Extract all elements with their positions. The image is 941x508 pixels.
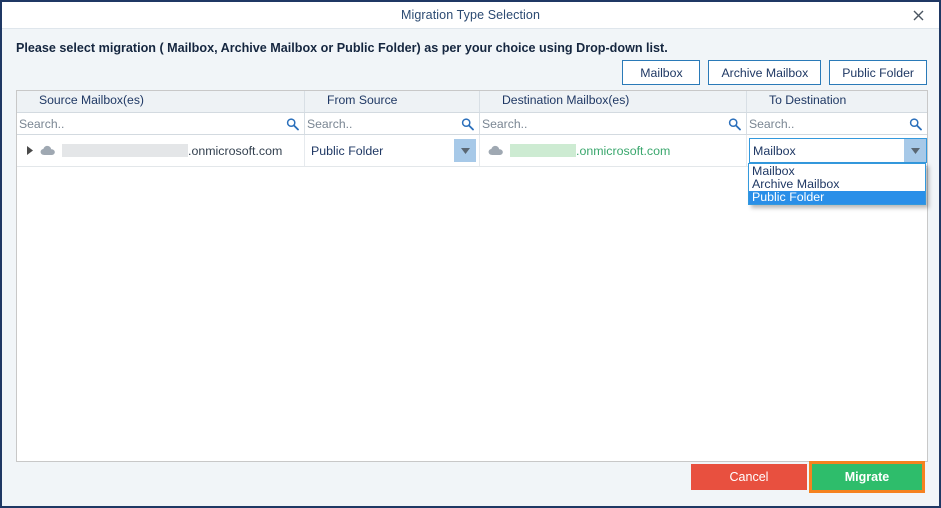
migration-type-button-group: Mailbox Archive Mailbox Public Folder	[622, 60, 927, 85]
search-icon[interactable]	[286, 117, 299, 130]
archive-mailbox-type-button[interactable]: Archive Mailbox	[708, 60, 822, 85]
cell-source-mailbox: .onmicrosoft.com	[17, 135, 305, 166]
from-source-value: Public Folder	[311, 143, 384, 158]
column-header-from-source: From Source	[305, 91, 480, 112]
redacted-destination-name	[510, 144, 576, 157]
column-header-destination-mailboxes: Destination Mailbox(es)	[480, 91, 747, 112]
expand-chevron-icon[interactable]	[22, 146, 38, 155]
mailbox-type-button[interactable]: Mailbox	[622, 60, 701, 85]
column-header-source-mailboxes: Source Mailbox(es)	[17, 91, 305, 112]
dialog-title: Migration Type Selection	[400, 8, 541, 22]
migrate-button-focus-ring: Migrate	[809, 461, 925, 493]
cloud-icon	[40, 145, 56, 156]
option-public-folder[interactable]: Public Folder	[749, 191, 925, 204]
from-source-dropdown[interactable]: Public Folder	[307, 138, 477, 163]
to-destination-dropdown[interactable]: Mailbox	[749, 138, 927, 163]
search-input-destination[interactable]	[480, 113, 746, 134]
close-icon[interactable]	[903, 2, 933, 28]
search-icon[interactable]	[728, 117, 741, 130]
column-header-to-destination: To Destination	[769, 93, 847, 107]
redacted-source-name	[62, 144, 188, 157]
migration-type-dialog: Migration Type Selection Please select m…	[0, 0, 941, 508]
search-input-from-source[interactable]	[305, 113, 479, 134]
dialog-titlebar: Migration Type Selection	[2, 2, 939, 29]
search-icon[interactable]	[909, 117, 922, 130]
cell-to-destination: Mailbox Mailbox Archive Mailbox Public F…	[747, 135, 927, 205]
search-cell-source	[17, 113, 305, 134]
search-cell-destination	[480, 113, 747, 134]
search-icon[interactable]	[461, 117, 474, 130]
search-input-to-destination[interactable]	[747, 113, 927, 134]
public-folder-type-button[interactable]: Public Folder	[829, 60, 927, 85]
source-mailbox-suffix: .onmicrosoft.com	[188, 143, 283, 158]
destination-mailbox-suffix: .onmicrosoft.com	[576, 143, 671, 158]
chevron-down-icon[interactable]	[454, 139, 476, 162]
cloud-icon	[488, 145, 504, 156]
migrate-button[interactable]: Migrate	[812, 464, 922, 490]
to-destination-value: Mailbox	[753, 143, 796, 158]
grid-header-row: Source Mailbox(es) From Source Destinati…	[17, 91, 927, 113]
to-destination-option-list[interactable]: Mailbox Archive Mailbox Public Folder	[748, 163, 926, 205]
dialog-footer: Cancel Migrate	[691, 461, 925, 493]
search-input-source[interactable]	[17, 113, 304, 134]
grid-search-row	[17, 113, 927, 135]
cancel-button[interactable]: Cancel	[691, 464, 807, 490]
search-cell-from-source	[305, 113, 480, 134]
cell-from-source: Public Folder	[305, 135, 480, 166]
cell-destination-mailbox: .onmicrosoft.com	[480, 135, 747, 166]
chevron-down-icon[interactable]	[904, 139, 926, 162]
search-cell-to-destination	[747, 113, 927, 134]
table-row[interactable]: .onmicrosoft.com Public Folder .onmicros…	[17, 135, 927, 205]
mailbox-mapping-grid: Source Mailbox(es) From Source Destinati…	[16, 90, 928, 462]
